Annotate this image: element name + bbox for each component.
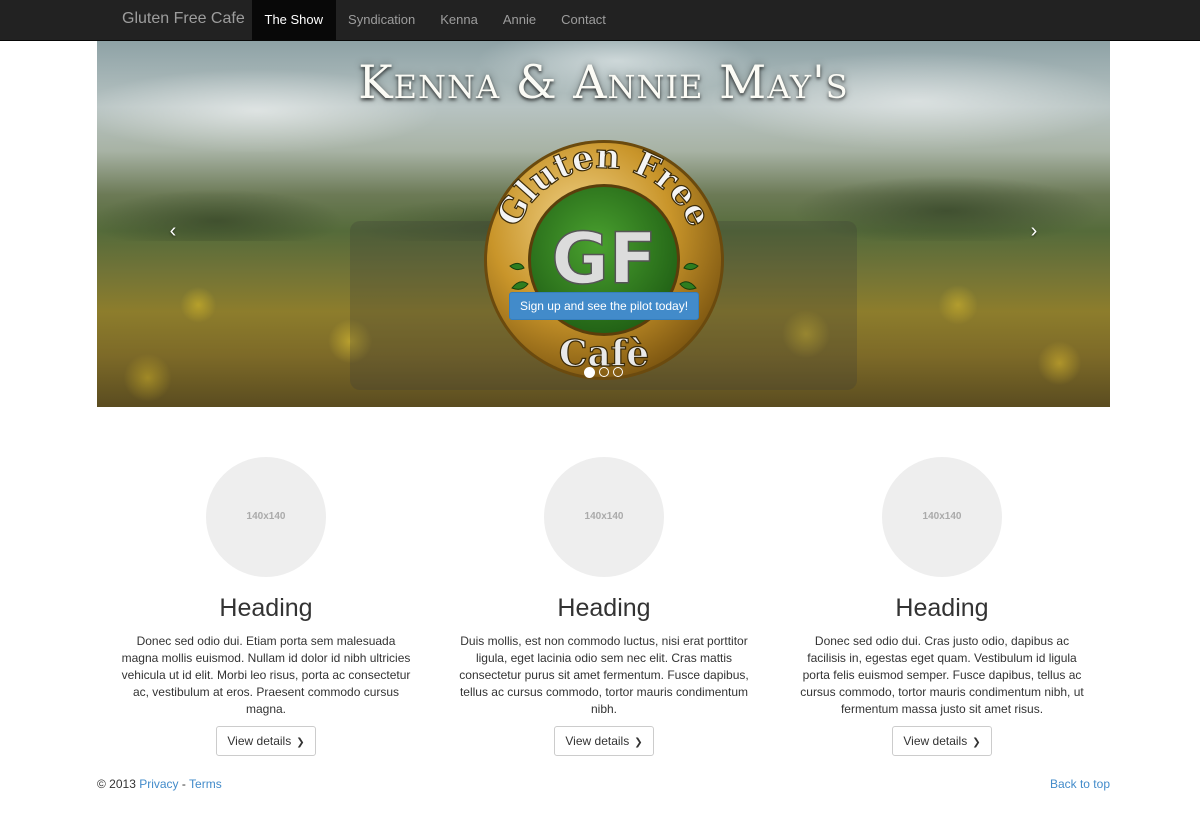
nav-item-annie: Annie	[490, 0, 548, 40]
brand-link[interactable]: Gluten Free Cafe	[110, 0, 257, 40]
chevron-right-icon: ❯	[296, 737, 305, 748]
carousel-indicator-3[interactable]	[613, 367, 623, 377]
nav-item-contact: Contact	[549, 0, 619, 40]
footer-separator: -	[181, 777, 186, 791]
nav-link-contact[interactable]: Contact	[549, 0, 619, 40]
nav-link-kenna[interactable]: Kenna	[428, 0, 491, 40]
view-details-button[interactable]: View details ❯	[554, 726, 654, 756]
main-nav: The Show Syndication Kenna Annie Contact	[252, 0, 618, 40]
carousel-next-chevron-icon[interactable]: ›	[1014, 211, 1054, 251]
marketing-column-1: 140x140 Heading Donec sed odio dui. Etia…	[116, 457, 416, 756]
nav-link-annie[interactable]: Annie	[490, 0, 548, 40]
signup-pilot-button[interactable]: Sign up and see the pilot today!	[509, 292, 699, 320]
back-to-top-link[interactable]: Back to top	[1050, 777, 1110, 791]
column-heading: Heading	[219, 594, 313, 622]
carousel-prev-chevron-icon[interactable]: ‹	[153, 211, 193, 251]
carousel-indicator-1[interactable]	[584, 366, 595, 378]
view-details-label: View details	[565, 734, 630, 748]
marketing-column-3: 140x140 Heading Donec sed odio dui. Cras…	[792, 457, 1092, 756]
view-details-button[interactable]: View details ❯	[216, 726, 316, 756]
column-text: Donec sed odio dui. Cras justo odio, dap…	[800, 634, 1084, 716]
terms-link[interactable]: Terms	[189, 777, 222, 791]
privacy-link[interactable]: Privacy	[139, 777, 178, 791]
nav-item-syndication: Syndication	[336, 0, 428, 40]
nav-item-kenna: Kenna	[428, 0, 491, 40]
placeholder-thumbnail: 140x140	[544, 457, 664, 577]
column-heading: Heading	[895, 594, 989, 622]
logo-center-text: GF	[551, 218, 656, 300]
chevron-right-icon: ❯	[634, 737, 643, 748]
nav-link-the-show[interactable]: The Show	[252, 0, 336, 40]
carousel-indicators	[584, 366, 623, 378]
column-heading: Heading	[557, 594, 651, 622]
placeholder-thumbnail: 140x140	[882, 457, 1002, 577]
placeholder-thumbnail: 140x140	[206, 457, 326, 577]
carousel-indicator-2[interactable]	[599, 367, 609, 377]
footer-back-to-top: Back to top	[1050, 777, 1110, 791]
view-details-button[interactable]: View details ❯	[892, 726, 992, 756]
column-text: Donec sed odio dui. Etiam porta sem male…	[121, 634, 411, 716]
column-text: Duis mollis, est non commodo luctus, nis…	[459, 634, 749, 716]
carousel-title: Kenna & Annie May's	[358, 55, 849, 109]
nav-item-the-show: The Show	[252, 0, 336, 40]
marketing-column-2: 140x140 Heading Duis mollis, est non com…	[454, 457, 754, 756]
view-details-label: View details	[227, 734, 292, 748]
copyright-text: © 2013	[97, 777, 136, 791]
view-details-label: View details	[903, 734, 968, 748]
footer-copyright: © 2013 Privacy - Terms	[97, 777, 222, 791]
hero-carousel: Kenna & Annie May's Gluten Free GF Cafè	[97, 41, 1110, 407]
nav-link-syndication[interactable]: Syndication	[336, 0, 428, 40]
top-navbar: Gluten Free Cafe The Show Syndication Ke…	[0, 0, 1200, 41]
gluten-free-cafe-logo: Gluten Free GF Cafè	[484, 138, 724, 380]
chevron-right-icon: ❯	[972, 737, 981, 748]
